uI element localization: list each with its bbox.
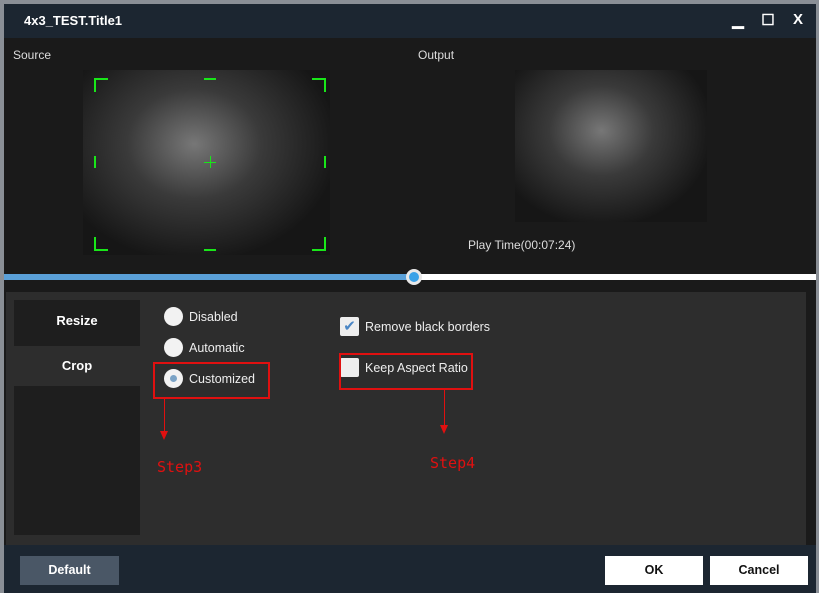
timeline-progress [4,274,415,280]
crop-handle-right[interactable] [324,156,326,168]
timeline-slider[interactable] [4,269,816,285]
tab-resize[interactable]: Resize [14,300,140,346]
timeline-handle[interactable] [406,269,423,285]
crop-handle-top-left[interactable] [94,78,108,92]
crop-handle-bottom-left[interactable] [94,237,108,251]
arrow-head-icon [440,425,448,434]
output-label: Output [418,48,455,62]
radio-label: Disabled [189,309,238,324]
minimize-button[interactable]: ▁ [728,11,748,31]
radio-label: Automatic [189,340,245,355]
crop-handle-top[interactable] [204,78,216,80]
checkmark-icon: ✔ [340,317,359,336]
crop-handle-top-right[interactable] [312,78,326,92]
source-preview[interactable] [83,70,330,255]
remove-black-borders-checkbox[interactable]: ✔ Remove black borders [340,317,490,336]
radio-icon [164,307,183,326]
play-time: Play Time(00:07:24) [468,238,576,252]
annotation-box-step3 [153,362,270,399]
annotation-arrow-step4 [444,390,445,427]
default-button[interactable]: Default [20,556,119,585]
crop-handle-bottom[interactable] [204,249,216,251]
cancel-button[interactable]: Cancel [710,556,808,585]
title-bar: 4x3_TEST.Title1 ▁ ☐ X [4,4,816,38]
annotation-step3: Step3 [157,458,203,476]
annotation-box-step4 [339,353,473,390]
output-preview [515,70,707,222]
crop-handle-bottom-right[interactable] [312,237,326,251]
radio-disabled[interactable]: Disabled [164,307,238,326]
radio-automatic[interactable]: Automatic [164,338,245,357]
maximize-button[interactable]: ☐ [758,11,778,31]
close-button[interactable]: X [788,11,808,31]
button-bar: Default OK Cancel [4,545,816,593]
crop-handle-left[interactable] [94,156,96,168]
tab-list: Resize Crop [14,300,140,535]
crosshair-icon-v [210,156,211,168]
window-title: 4x3_TEST.Title1 [24,13,123,28]
arrow-head-icon [160,431,168,440]
radio-icon [164,338,183,357]
settings-panel: Resize Crop Disabled Automatic Customize… [6,292,806,545]
annotation-step4: Step4 [430,454,476,472]
crop-dialog: 4x3_TEST.Title1 ▁ ☐ X Source Output Play… [4,4,816,593]
ok-button[interactable]: OK [605,556,703,585]
source-label: Source [13,48,52,62]
tab-crop[interactable]: Crop [14,346,140,386]
annotation-arrow-step3 [164,399,165,434]
checkbox-label: Remove black borders [365,319,491,334]
